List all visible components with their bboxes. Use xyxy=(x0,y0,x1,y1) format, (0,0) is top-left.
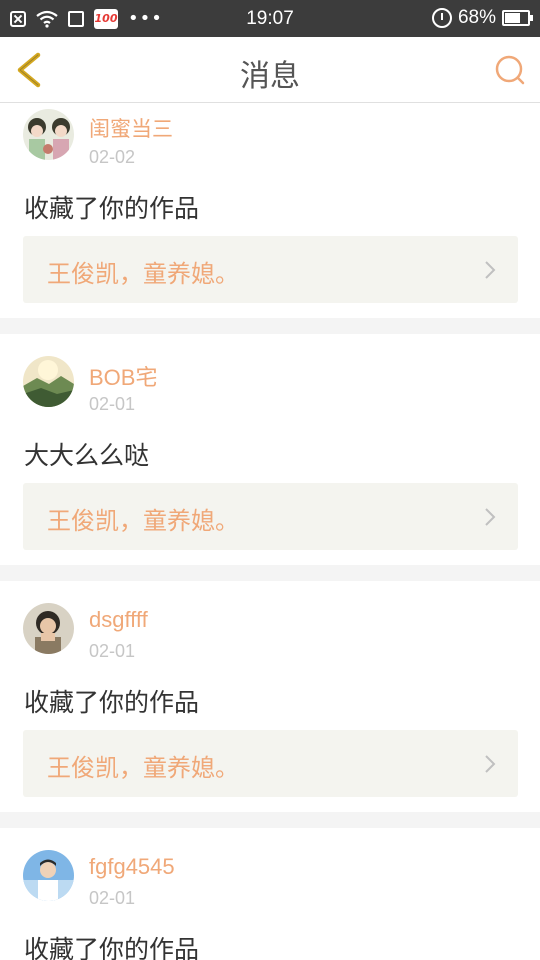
search-icon[interactable] xyxy=(494,54,526,86)
page-title: 消息 xyxy=(240,59,300,94)
work-link[interactable]: 王俊凯，童养媳。 xyxy=(23,730,518,797)
message-content: 大大么么哒 xyxy=(24,441,150,470)
avatar[interactable] xyxy=(23,850,74,901)
status-right: 68% xyxy=(431,7,533,29)
message-date: 02-02 xyxy=(89,147,136,167)
chevron-right-icon xyxy=(485,261,496,279)
message-card: dsgffff 02-01 收藏了你的作品 王俊凯，童养媳。 xyxy=(0,581,540,812)
message-date: 02-01 xyxy=(89,888,136,908)
avatar-image xyxy=(23,109,74,160)
message-date: 02-01 xyxy=(89,641,136,661)
nav-bar: 消息 xyxy=(0,37,540,103)
message-card: BOB宅 02-01 大大么么哒 王俊凯，童养媳。 xyxy=(0,334,540,565)
work-title: 王俊凯，童养媳。 xyxy=(47,754,239,782)
username[interactable]: BOB宅 xyxy=(89,360,157,392)
username[interactable]: dsgffff xyxy=(89,607,148,633)
work-link[interactable]: 王俊凯，童养媳。 xyxy=(23,483,518,550)
alarm-icon xyxy=(431,8,452,28)
avatar-image xyxy=(23,603,74,654)
chevron-right-icon xyxy=(485,755,496,773)
status-bar: 100 ••• 19:07 68% xyxy=(0,0,540,37)
username[interactable]: 闺蜜当三 xyxy=(89,113,173,143)
avatar-image xyxy=(23,356,74,407)
message-list[interactable]: 闺蜜当三 02-02 收藏了你的作品 王俊凯，童养媳。 BOB宅 02-01 大… xyxy=(0,103,540,960)
work-link[interactable]: 王俊凯，童养媳。 xyxy=(23,236,518,303)
chevron-right-icon xyxy=(485,508,496,526)
message-content: 收藏了你的作品 xyxy=(24,688,200,717)
avatar[interactable] xyxy=(23,603,74,654)
message-content: 收藏了你的作品 xyxy=(24,935,200,960)
work-title: 王俊凯，童养媳。 xyxy=(47,507,239,535)
message-card: 闺蜜当三 02-02 收藏了你的作品 王俊凯，童养媳。 xyxy=(0,103,540,318)
avatar[interactable] xyxy=(23,109,74,160)
battery-percent: 68% xyxy=(457,7,496,28)
avatar-image xyxy=(23,850,74,901)
battery-icon xyxy=(502,10,533,26)
avatar[interactable] xyxy=(23,356,74,407)
work-title: 王俊凯，童养媳。 xyxy=(47,260,239,288)
username[interactable]: fgfg4545 xyxy=(89,854,175,880)
message-content: 收藏了你的作品 xyxy=(24,194,200,223)
message-date: 02-01 xyxy=(89,394,136,414)
message-card: fgfg4545 02-01 收藏了你的作品 xyxy=(0,828,540,960)
